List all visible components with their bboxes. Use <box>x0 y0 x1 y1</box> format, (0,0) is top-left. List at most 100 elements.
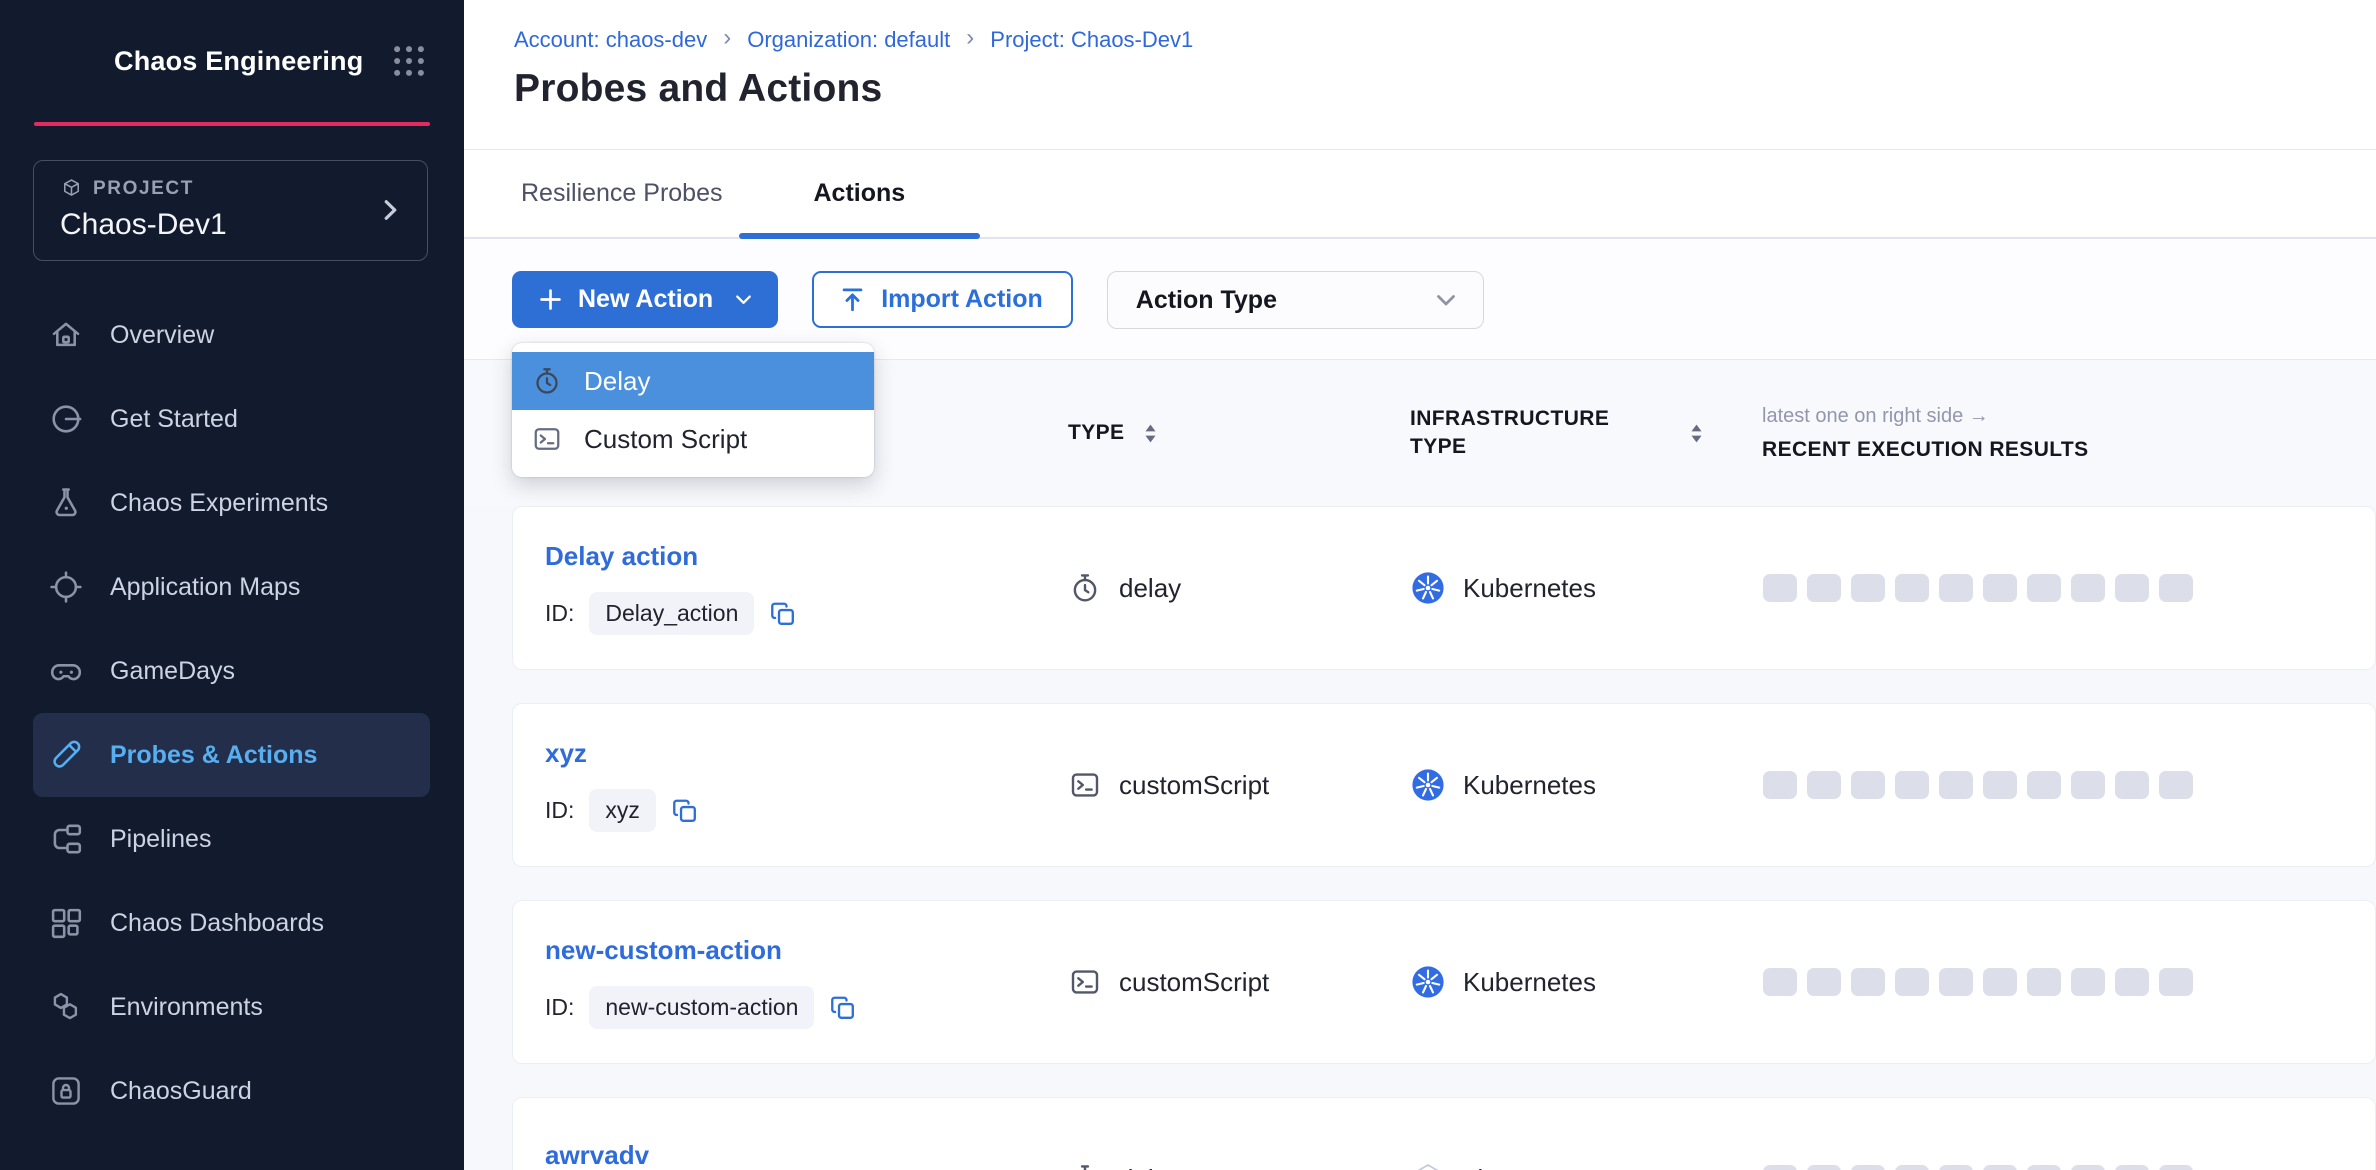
execution-result-placeholder <box>2159 1165 2193 1170</box>
action-id-row: ID: Delay_action <box>545 592 1069 635</box>
id-label: ID: <box>545 600 574 627</box>
action-id-value: new-custom-action <box>589 986 814 1029</box>
app-header: Chaos Engineering <box>0 0 464 122</box>
sidebar-item-get-started[interactable]: Get Started <box>33 377 430 461</box>
breadcrumb-separator: › <box>723 26 731 53</box>
content-area: New Action Import Action Action Type TYP… <box>464 239 2376 1170</box>
stopwatch-icon <box>1069 1163 1101 1170</box>
breadcrumb: Account: chaos-dev › Organization: default… <box>514 26 2376 53</box>
execution-result-placeholder <box>1807 771 1841 799</box>
sidebar-item-label: Overview <box>110 321 214 350</box>
action-name-link[interactable]: Delay action <box>545 541 698 572</box>
flask-icon <box>48 485 84 521</box>
sidebar: Chaos Engineering PROJECT Chaos-Dev1 Ove… <box>0 0 464 1170</box>
action-id-row: ID: xyz <box>545 789 1069 832</box>
breadcrumb-link-project[interactable]: Project: Chaos-Dev1 <box>990 27 1193 53</box>
tab-resilience-probes[interactable]: Resilience Probes <box>505 150 739 237</box>
sidebar-item-chaos-dashboards[interactable]: Chaos Dashboards <box>33 881 430 965</box>
type-cell: delay <box>1069 572 1411 604</box>
menu-item-delay[interactable]: Delay <box>512 352 874 410</box>
sidebar-item-application-maps[interactable]: Application Maps <box>33 545 430 629</box>
execution-result-placeholder <box>1763 1165 1797 1170</box>
sidebar-item-gamedays[interactable]: GameDays <box>33 629 430 713</box>
home-icon <box>48 317 84 353</box>
id-label: ID: <box>545 797 574 824</box>
type-value: delay <box>1119 573 1181 604</box>
action-type-select[interactable]: Action Type <box>1107 271 1484 329</box>
app-title: Chaos Engineering <box>114 46 363 77</box>
type-cell: customScript <box>1069 769 1411 801</box>
new-action-button[interactable]: New Action <box>512 271 778 328</box>
table-row[interactable]: new-custom-action ID: new-custom-action … <box>512 900 2376 1064</box>
sidebar-item-environments[interactable]: Environments <box>33 965 430 1049</box>
column-header-type: TYPE <box>1068 419 1410 447</box>
action-name-link[interactable]: xyz <box>545 738 587 769</box>
page-header: Account: chaos-dev › Organization: default… <box>464 0 2376 150</box>
column-header-infrastructure-type: INFRASTRUCTURE TYPE <box>1410 405 1762 462</box>
execution-result-placeholder <box>2027 574 2061 602</box>
sidebar-item-label: ChaosGuard <box>110 1077 252 1106</box>
chaos-engineering-logo-icon <box>34 32 92 90</box>
execution-result-placeholder <box>2027 968 2061 996</box>
recent-executions-cell <box>1763 1165 2375 1170</box>
dashboards-icon <box>48 905 84 941</box>
sidebar-item-probes-actions[interactable]: Probes & Actions <box>33 713 430 797</box>
execution-result-placeholder <box>2115 1165 2149 1170</box>
recent-executions-cell <box>1763 771 2375 799</box>
copy-icon[interactable] <box>829 994 857 1022</box>
execution-result-placeholder <box>1851 1165 1885 1170</box>
execution-result-placeholder <box>1763 574 1797 602</box>
name-cell: awrvadv <box>513 1140 1069 1170</box>
chevron-down-icon <box>1431 285 1461 315</box>
stopwatch-icon <box>532 366 562 396</box>
execution-result-placeholder <box>1807 968 1841 996</box>
sort-icon[interactable] <box>1142 423 1159 444</box>
stopwatch-icon <box>1069 572 1101 604</box>
table-row[interactable]: xyz ID: xyz customScript Kubernetes <box>512 703 2376 867</box>
breadcrumb-link-account[interactable]: Account: chaos-dev <box>514 27 707 53</box>
sidebar-item-label: Application Maps <box>110 573 300 602</box>
copy-icon[interactable] <box>671 797 699 825</box>
module-switcher-grid-icon[interactable] <box>390 42 428 80</box>
project-name: Chaos-Dev1 <box>60 208 375 242</box>
sidebar-item-pipelines[interactable]: Pipelines <box>33 797 430 881</box>
execution-result-placeholder <box>2159 771 2193 799</box>
sidebar-item-chaosguard[interactable]: ChaosGuard <box>33 1049 430 1133</box>
menu-item-custom-script[interactable]: Custom Script <box>512 410 874 468</box>
sort-icon[interactable] <box>1688 423 1705 444</box>
toolbar: New Action Import Action Action Type <box>464 239 2376 360</box>
table-row[interactable]: Delay action ID: Delay_action delay Kube… <box>512 506 2376 670</box>
import-action-button[interactable]: Import Action <box>812 271 1073 328</box>
breadcrumb-link-organization[interactable]: Organization: default <box>747 27 950 53</box>
sidebar-item-chaos-experiments[interactable]: Chaos Experiments <box>33 461 430 545</box>
type-value: customScript <box>1119 770 1269 801</box>
infrastructure-value: Linux <box>1463 1164 1525 1170</box>
lock-icon <box>48 1073 84 1109</box>
kubernetes-icon <box>1411 965 1445 999</box>
execution-result-placeholder <box>1939 574 1973 602</box>
sidebar-nav: Overview Get Started Chaos Experiments A… <box>0 293 464 1133</box>
execution-result-placeholder <box>2027 771 2061 799</box>
type-value: customScript <box>1119 967 1269 998</box>
execution-result-placeholder <box>1895 574 1929 602</box>
project-label: PROJECT <box>93 178 194 200</box>
plus-icon <box>536 285 565 314</box>
kubernetes-icon <box>1411 571 1445 605</box>
project-selector[interactable]: PROJECT Chaos-Dev1 <box>33 160 428 261</box>
terminal-icon <box>532 424 562 454</box>
execution-result-placeholder <box>2159 968 2193 996</box>
execution-result-placeholder <box>1983 968 2017 996</box>
execution-result-placeholder <box>1983 771 2017 799</box>
table-row[interactable]: awrvadv delay Linux <box>512 1097 2376 1170</box>
execution-result-placeholder <box>2115 574 2149 602</box>
sidebar-item-overview[interactable]: Overview <box>33 293 430 377</box>
menu-item-label: Delay <box>584 366 650 397</box>
name-cell: Delay action ID: Delay_action <box>513 541 1069 635</box>
infrastructure-value: Kubernetes <box>1463 573 1596 604</box>
actions-table-body: Delay action ID: Delay_action delay Kube… <box>464 506 2376 1170</box>
tab-actions[interactable]: Actions <box>739 150 981 237</box>
infrastructure-cell: Kubernetes <box>1411 965 1763 999</box>
action-name-link[interactable]: new-custom-action <box>545 935 782 966</box>
copy-icon[interactable] <box>769 600 797 628</box>
action-name-link[interactable]: awrvadv <box>545 1140 649 1170</box>
